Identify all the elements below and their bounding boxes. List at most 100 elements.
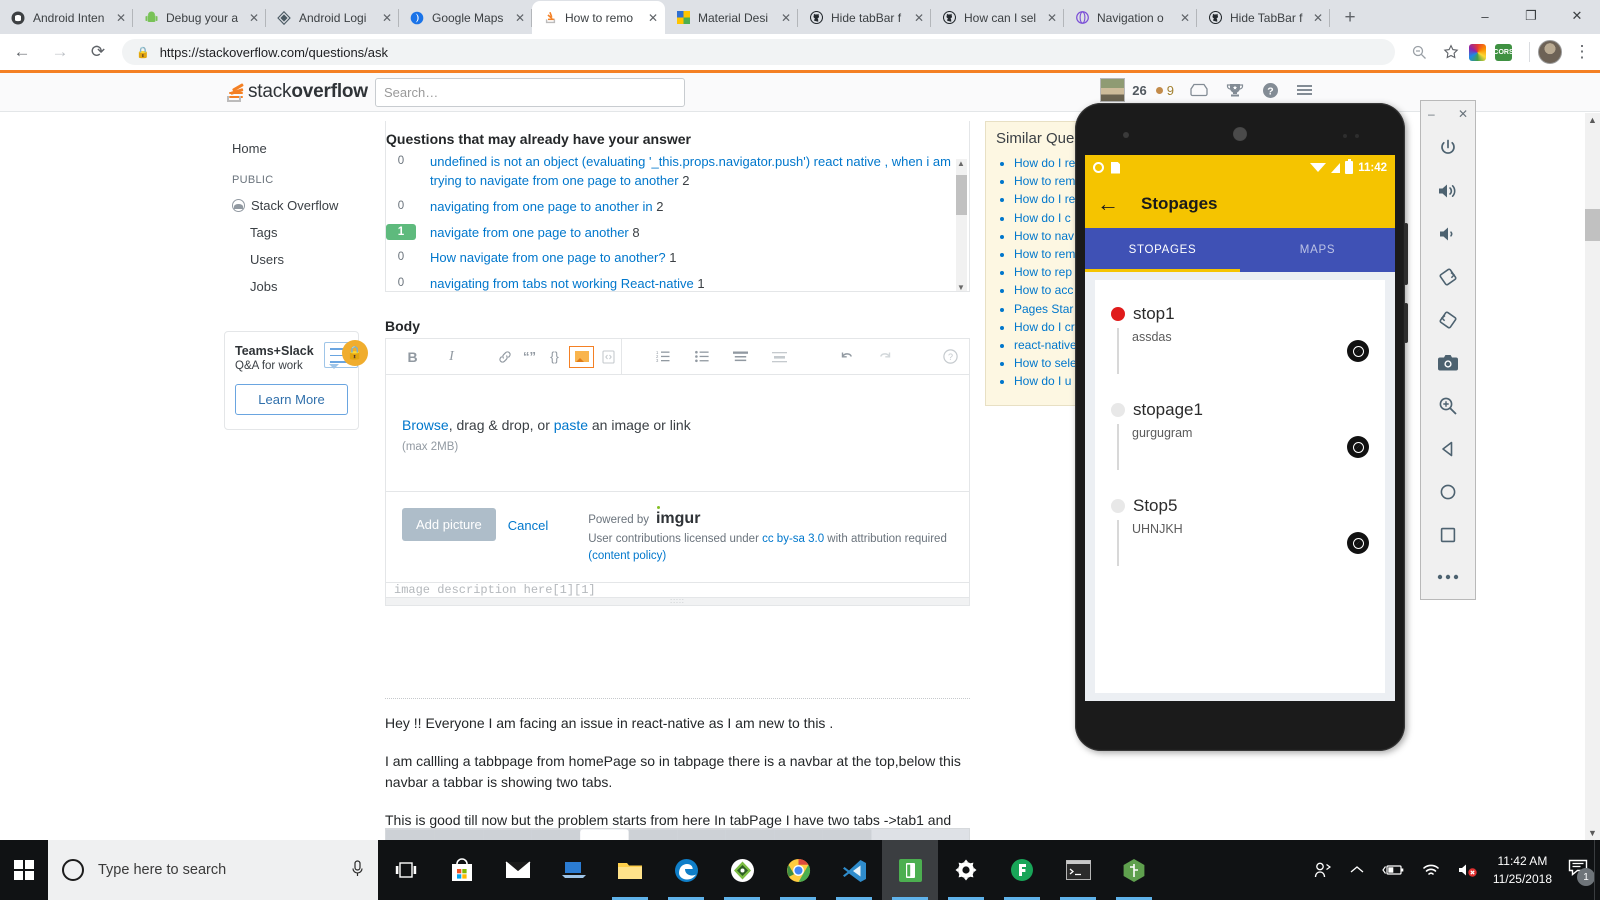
browser-tab-3[interactable]: Google Maps ✕ [399, 1, 532, 34]
duplicate-link[interactable]: navigating from tabs not working React-n… [416, 275, 705, 292]
duplicate-row[interactable]: 0 navigating from one page to another in… [386, 198, 969, 217]
tab-close-icon[interactable]: ✕ [778, 10, 794, 26]
learn-more-button[interactable]: Learn More [235, 384, 348, 415]
emulator-close-button[interactable]: ✕ [1458, 108, 1468, 120]
tab-close-icon[interactable]: ✕ [512, 10, 528, 26]
tab-close-icon[interactable]: ✕ [645, 10, 661, 26]
scrollbar-thumb[interactable] [1585, 209, 1600, 241]
image-icon[interactable] [569, 346, 594, 368]
duplicates-scrollbar[interactable]: ▲ ▼ [956, 159, 967, 292]
volume-muted-icon[interactable] [1458, 862, 1478, 878]
page-scrollbar[interactable]: ▲ ▼ [1585, 113, 1600, 840]
profile-avatar[interactable] [1538, 40, 1562, 64]
google-chrome-icon[interactable] [770, 840, 826, 900]
settings-gear-icon[interactable] [938, 840, 994, 900]
browser-tab-0[interactable]: Android Inten ✕ [0, 1, 133, 34]
people-icon[interactable] [1314, 862, 1332, 878]
browser-tab-8[interactable]: Navigation o ✕ [1064, 1, 1197, 34]
italic-button[interactable]: I [439, 338, 464, 375]
forward-icon[interactable]: → [44, 36, 76, 68]
horizontal-rule-icon[interactable] [767, 338, 792, 375]
scroll-up-arrow-icon[interactable]: ▲ [957, 159, 965, 168]
inbox-icon[interactable] [1190, 83, 1208, 97]
undo-icon[interactable] [834, 338, 859, 375]
more-extended-controls-icon[interactable] [1420, 556, 1476, 599]
microphone-icon[interactable] [351, 860, 364, 881]
heading-icon[interactable] [728, 338, 753, 375]
chrome-menu-icon[interactable]: ⋮ [1568, 38, 1596, 66]
reload-icon[interactable]: ⟳ [82, 36, 114, 68]
address-bar[interactable]: 🔒 https://stackoverflow.com/questions/as… [122, 39, 1395, 65]
bold-button[interactable]: B [400, 338, 425, 375]
help-icon[interactable]: ? [938, 338, 963, 375]
duplicate-link[interactable]: How navigate from one page to another? 1 [416, 249, 676, 268]
browser-tab-2[interactable]: Android Logi ✕ [266, 1, 399, 34]
browser-tab-9[interactable]: Hide TabBar f ✕ [1197, 1, 1330, 34]
overview-square-icon[interactable] [1420, 513, 1476, 556]
device-power-button[interactable] [1404, 303, 1408, 343]
action-center-icon[interactable]: 1 [1568, 859, 1588, 881]
bullet-list-icon[interactable] [689, 338, 714, 375]
remote-desktop-icon[interactable] [546, 840, 602, 900]
scrollbar-thumb[interactable] [956, 175, 967, 215]
browser-tab-7[interactable]: How can I sel ✕ [931, 1, 1064, 34]
browser-tab-1[interactable]: Debug your a ✕ [133, 1, 266, 34]
duplicate-row[interactable]: 0 How navigate from one page to another?… [386, 249, 969, 268]
duplicate-link[interactable]: navigate from one page to another 8 [416, 224, 640, 243]
help-icon[interactable]: ? [1262, 82, 1279, 99]
tab-close-icon[interactable]: ✕ [246, 10, 262, 26]
emulator-minimize-button[interactable]: – [1428, 108, 1435, 120]
achievements-trophy-icon[interactable] [1226, 83, 1244, 98]
windows-start-icon[interactable] [0, 840, 48, 900]
code-snippet-icon[interactable] [596, 338, 621, 375]
list-item[interactable]: Stop5 UHNJKH [1111, 496, 1369, 592]
tab-close-icon[interactable]: ✕ [1310, 10, 1326, 26]
user-avatar[interactable] [1100, 78, 1125, 102]
command-prompt-icon[interactable] [1050, 840, 1106, 900]
cortana-circle-icon[interactable] [62, 859, 84, 881]
arrow-back-icon[interactable]: ← [1097, 193, 1119, 215]
rotate-left-icon[interactable] [1420, 256, 1476, 299]
tab-close-icon[interactable]: ✕ [113, 10, 129, 26]
image-upload-dropzone[interactable]: Browse, drag & drop, or paste an image o… [385, 375, 970, 492]
screenshot-camera-icon[interactable] [1420, 341, 1476, 384]
volume-down-icon[interactable] [1420, 213, 1476, 256]
sidebar-item-jobs[interactable]: Jobs [224, 273, 361, 300]
add-picture-button[interactable]: Add picture [402, 508, 496, 541]
sidebar-item-home[interactable]: Home [224, 135, 361, 162]
list-item[interactable]: stop1 assdas [1111, 304, 1369, 400]
microsoft-edge-icon[interactable] [658, 840, 714, 900]
compass-navigate-icon[interactable] [1347, 340, 1369, 362]
body-textarea-text[interactable]: image description here[1][1] [385, 583, 970, 597]
vs-code-icon[interactable] [826, 840, 882, 900]
device-volume-button[interactable] [1404, 223, 1408, 285]
browser-tab-4[interactable]: How to remo ✕ [532, 1, 665, 34]
license-link[interactable]: cc by-sa 3.0 [762, 533, 824, 545]
taskbar-clock[interactable]: 11:42 AM 11/25/2018 [1493, 852, 1552, 888]
duplicate-row[interactable]: 0 undefined is not an object (evaluating… [386, 153, 969, 191]
scroll-down-arrow-icon[interactable]: ▼ [1588, 828, 1597, 838]
show-hidden-icons-icon[interactable] [1350, 865, 1364, 875]
power-icon[interactable] [1420, 127, 1476, 170]
task-view-icon[interactable] [378, 840, 434, 900]
duplicate-link[interactable]: navigating from one page to another in 2 [416, 198, 663, 217]
site-switcher-icon[interactable] [1297, 84, 1312, 97]
cors-extension-icon[interactable]: CORS [1495, 44, 1512, 61]
volume-up-icon[interactable] [1420, 170, 1476, 213]
sidebar-item-tags[interactable]: Tags [224, 219, 361, 246]
tab-close-icon[interactable]: ✕ [1044, 10, 1060, 26]
home-icon[interactable] [1420, 470, 1476, 513]
ordered-list-icon[interactable]: 123 [650, 338, 675, 375]
content-policy-link[interactable]: (content policy) [588, 550, 666, 562]
colorpicker-extension-icon[interactable] [1469, 44, 1486, 61]
android-studio-icon[interactable] [714, 840, 770, 900]
emulator-screen[interactable]: 11:42 ← Stopages STOPAGES MAPS [1085, 155, 1395, 701]
zoom-out-icon[interactable] [1405, 38, 1433, 66]
quote-button[interactable]: “” [517, 338, 542, 375]
search-input[interactable]: Search… [375, 78, 685, 107]
cancel-button[interactable]: Cancel [508, 508, 548, 533]
browser-tab-5[interactable]: Material Desi ✕ [665, 1, 798, 34]
window-close-button[interactable]: ✕ [1554, 0, 1600, 32]
tab-close-icon[interactable]: ✕ [379, 10, 395, 26]
search-input[interactable]: Type here to search [48, 840, 378, 900]
